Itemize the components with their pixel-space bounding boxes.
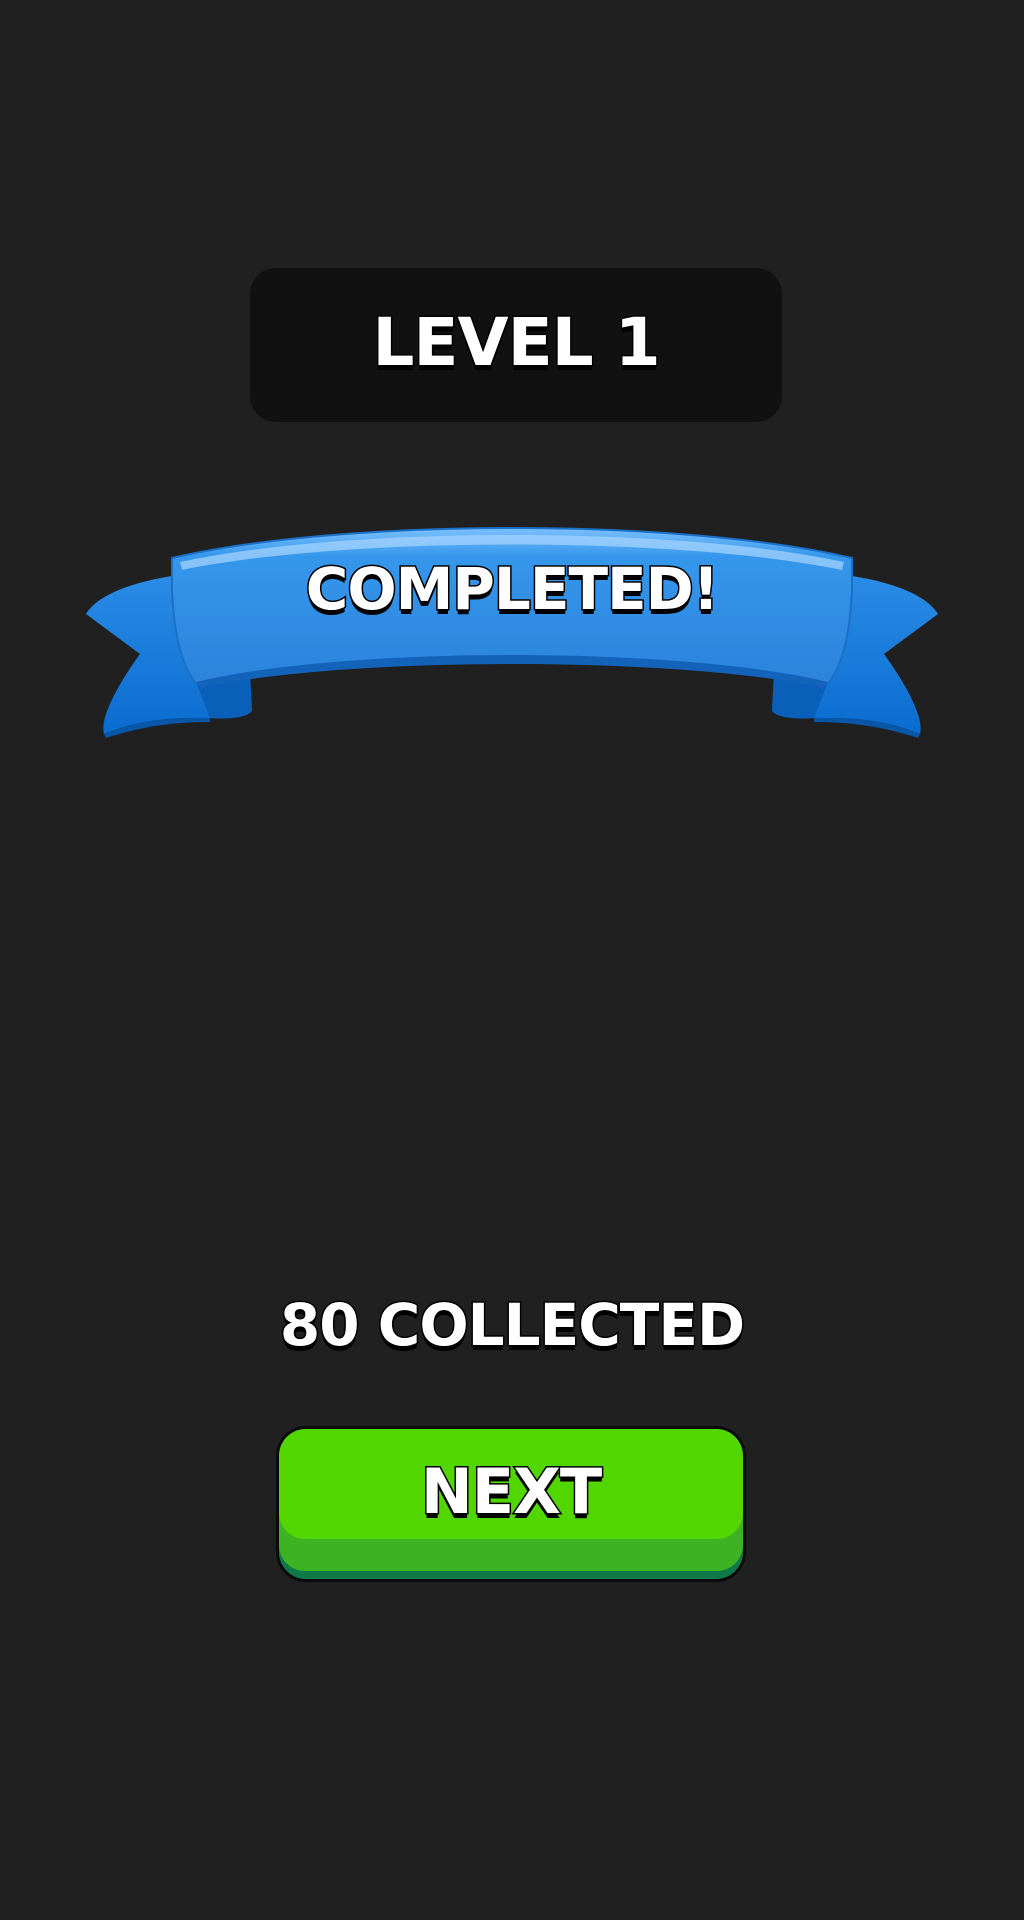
collected-count: 80 COLLECTED — [278, 1291, 746, 1359]
next-button[interactable]: NEXT — [276, 1426, 746, 1582]
level-title: LEVEL 1 — [371, 304, 662, 381]
completed-banner: COMPLETED! — [84, 522, 940, 754]
next-button-label: NEXT — [419, 1455, 603, 1528]
level-panel: LEVEL 1 — [250, 268, 782, 422]
completed-text: COMPLETED! — [304, 555, 720, 623]
